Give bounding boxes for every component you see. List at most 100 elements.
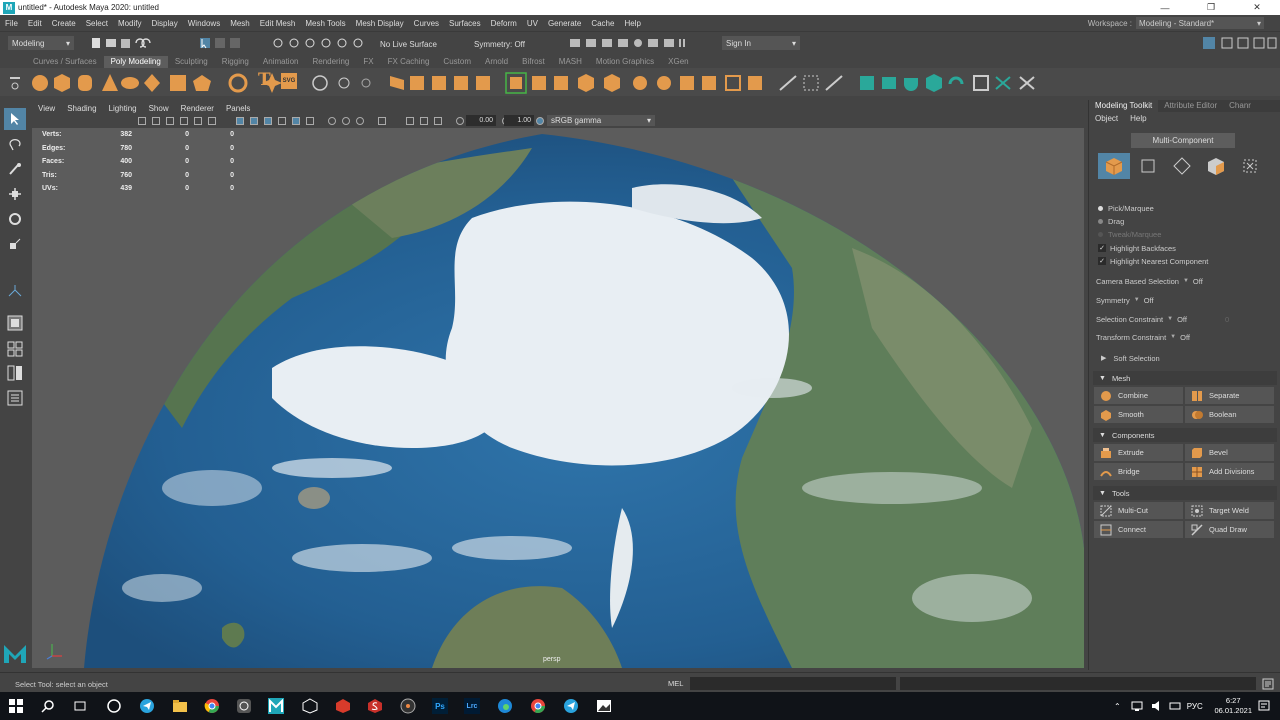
transform-constraint-option[interactable]: Transform Constraint ▼ Off xyxy=(1096,330,1190,344)
script-editor-icon[interactable] xyxy=(1262,678,1274,690)
highlight-backfaces-checkbox[interactable]: ✓ Highlight Backfaces xyxy=(1098,242,1176,254)
motion-blur-icon[interactable] xyxy=(328,117,336,125)
edge-icon[interactable] xyxy=(497,698,513,714)
two-view-layout-icon[interactable] xyxy=(4,362,26,384)
type-tool-icon[interactable]: T xyxy=(258,70,271,90)
isolate-select-icon[interactable] xyxy=(378,117,386,125)
select-tool-icon[interactable] xyxy=(4,108,26,130)
show-manipulator-icon[interactable] xyxy=(4,280,26,302)
tab-modeling-toolkit[interactable]: Modeling Toolkit xyxy=(1089,100,1159,112)
bridge-button[interactable]: Bridge xyxy=(1094,463,1183,480)
chrome-icon[interactable] xyxy=(204,698,220,714)
symmetry-dropdown[interactable]: Symmetry: Off xyxy=(474,40,525,49)
app-settings-icon[interactable] xyxy=(106,698,122,714)
menu-help[interactable]: Help xyxy=(619,19,645,28)
clock[interactable]: 6:27 06.01.2021 xyxy=(1214,696,1252,716)
anti-aliasing-icon[interactable] xyxy=(342,117,350,125)
shelf-tab-custom[interactable]: Custom xyxy=(436,56,478,68)
minimize-button[interactable]: — xyxy=(1142,0,1188,15)
menu-modify[interactable]: Modify xyxy=(113,19,147,28)
object-mode-icon[interactable] xyxy=(1098,153,1130,179)
mesh-section-header[interactable]: ▼ Mesh xyxy=(1093,371,1277,385)
single-view-layout-icon[interactable] xyxy=(4,312,26,334)
xray-icon[interactable] xyxy=(406,117,414,125)
shelf-tab-mash[interactable]: MASH xyxy=(552,56,589,68)
obs-icon[interactable] xyxy=(236,698,252,714)
vertex-mode-icon[interactable] xyxy=(1132,153,1164,179)
menu-cache[interactable]: Cache xyxy=(586,19,619,28)
connect-button[interactable]: Connect xyxy=(1094,521,1183,538)
outliner-layout-icon[interactable] xyxy=(4,387,26,409)
extrude-button[interactable]: Extrude xyxy=(1094,444,1183,461)
close-button[interactable]: ✕ xyxy=(1234,0,1280,15)
notifications-icon[interactable] xyxy=(1258,700,1270,712)
menu-curves[interactable]: Curves xyxy=(409,19,444,28)
menu-mesh-tools[interactable]: Mesh Tools xyxy=(300,19,350,28)
vp-menu-lighting[interactable]: Lighting xyxy=(103,104,143,113)
menu-windows[interactable]: Windows xyxy=(183,19,225,28)
quad-draw-button[interactable]: Quad Draw xyxy=(1185,521,1274,538)
bevel-button[interactable]: Bevel xyxy=(1185,444,1274,461)
menuset-dropdown[interactable]: Modeling ▾ xyxy=(8,36,74,50)
shelf-tab-rigging[interactable]: Rigging xyxy=(215,56,256,68)
exposure-icon[interactable] xyxy=(456,117,464,125)
menu-mesh[interactable]: Mesh xyxy=(225,19,255,28)
file-tools-icons[interactable] xyxy=(88,37,268,49)
boolean-button[interactable]: Boolean xyxy=(1185,406,1274,423)
volume-icon[interactable] xyxy=(1151,700,1163,712)
photoshop-icon[interactable]: Ps xyxy=(432,698,448,714)
xray-joints-icon[interactable] xyxy=(420,117,428,125)
xray-components-icon[interactable] xyxy=(434,117,442,125)
smooth-button[interactable]: Smooth xyxy=(1094,406,1183,423)
menu-create[interactable]: Create xyxy=(47,19,81,28)
photos-icon[interactable] xyxy=(596,698,612,714)
shelf-tab-sculpting[interactable]: Sculpting xyxy=(168,56,215,68)
menu-file[interactable]: File xyxy=(0,19,23,28)
maya-taskbar-icon[interactable] xyxy=(268,698,284,714)
bookmark-icon[interactable] xyxy=(152,117,160,125)
viewport-persp[interactable]: Verts: 382 0 0 Edges: 780 0 0 Faces: 400… xyxy=(32,128,1084,668)
highlight-nearest-checkbox[interactable]: ✓ Highlight Nearest Component xyxy=(1098,255,1208,267)
menu-uv[interactable]: UV xyxy=(522,19,543,28)
lights-icon[interactable] xyxy=(278,117,286,125)
color-space-dropdown[interactable]: sRGB gamma ▾ xyxy=(547,115,655,126)
shelf-tab-poly-modeling[interactable]: Poly Modeling xyxy=(103,56,168,68)
multi-component-button[interactable]: Multi-Component xyxy=(1131,133,1235,148)
face-mode-icon[interactable] xyxy=(1200,153,1232,179)
svg-tool-icon[interactable]: SVG xyxy=(281,73,297,89)
image-plane-icon[interactable] xyxy=(166,117,174,125)
poly-tools-icons[interactable] xyxy=(310,72,1080,94)
film-gate-icon[interactable] xyxy=(194,117,202,125)
command-input[interactable] xyxy=(690,677,896,690)
shadows-icon[interactable] xyxy=(292,117,300,125)
network-icon[interactable] xyxy=(1131,700,1145,712)
vp-menu-panels[interactable]: Panels xyxy=(220,104,256,113)
pick-marquee-radio[interactable]: Pick/Marquee xyxy=(1098,202,1154,214)
textured-icon[interactable] xyxy=(264,117,272,125)
tools-section-header[interactable]: ▼ Tools xyxy=(1093,486,1277,500)
toolkit-menu-object[interactable]: Object xyxy=(1089,114,1124,123)
menu-surfaces[interactable]: Surfaces xyxy=(444,19,486,28)
app-red-icon[interactable] xyxy=(335,698,351,714)
four-view-layout-icon[interactable] xyxy=(4,338,26,360)
shelf-settings-icon[interactable] xyxy=(8,74,22,90)
selection-constraint-option[interactable]: Selection Constraint ▼ Off 0 xyxy=(1096,312,1229,326)
mel-label[interactable]: MEL xyxy=(668,679,683,688)
file-explorer-icon[interactable] xyxy=(172,698,188,714)
menu-display[interactable]: Display xyxy=(147,19,183,28)
color-management-icon[interactable] xyxy=(536,117,544,125)
menu-select[interactable]: Select xyxy=(81,19,113,28)
shelf-tab-rendering[interactable]: Rendering xyxy=(305,56,356,68)
combine-button[interactable]: Combine xyxy=(1094,387,1183,404)
wireframe-icon[interactable] xyxy=(236,117,244,125)
camera-attributes-icon[interactable] xyxy=(138,117,146,125)
render-icons[interactable] xyxy=(568,37,688,49)
menu-generate[interactable]: Generate xyxy=(543,19,586,28)
scale-tool-icon[interactable] xyxy=(4,233,26,255)
tab-channel-box[interactable]: Chanr xyxy=(1223,100,1257,112)
rotate-tool-icon[interactable] xyxy=(4,208,26,230)
paint-select-tool-icon[interactable] xyxy=(4,158,26,180)
menu-deform[interactable]: Deform xyxy=(486,19,522,28)
menu-edit-mesh[interactable]: Edit Mesh xyxy=(255,19,301,28)
shelf-tab-animation[interactable]: Animation xyxy=(256,56,306,68)
